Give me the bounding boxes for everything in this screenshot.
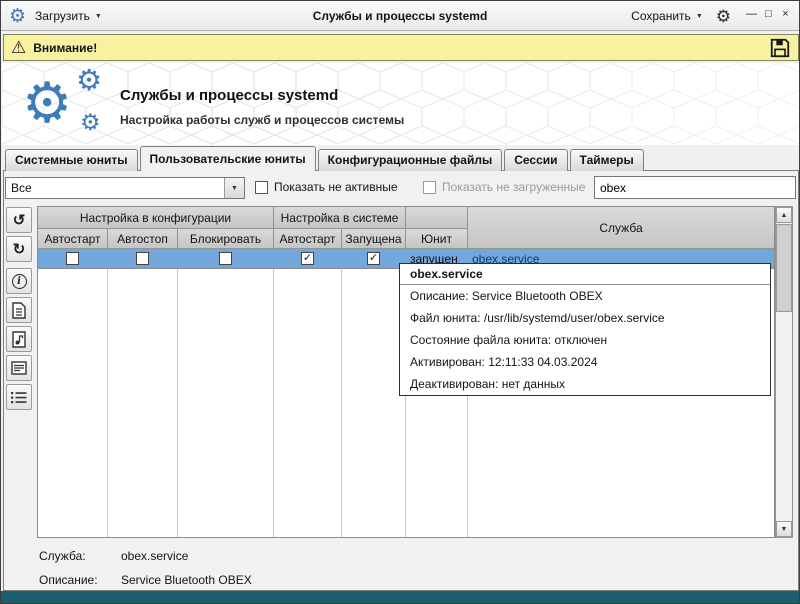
app-window: ⚙ Загрузить ▼ Службы и процессы systemd … bbox=[0, 0, 800, 604]
column-header-block: Блокировать bbox=[178, 229, 274, 249]
tooltip-activated: Активирован: 12:11:33 04.03.2024 bbox=[410, 355, 598, 369]
titlebar-left: ⚙ Загрузить ▼ bbox=[9, 1, 102, 31]
cell-system-autostart[interactable]: ✓ bbox=[274, 249, 342, 269]
cell-system-running[interactable]: ✓ bbox=[342, 249, 406, 269]
info-button[interactable]: i bbox=[6, 268, 32, 294]
tab-sessions[interactable]: Сессии bbox=[504, 149, 568, 171]
window-controls: — □ × bbox=[744, 7, 793, 25]
footer-description-row: Описание: Service Bluetooth OBEX bbox=[39, 573, 252, 587]
column-header-autostart-cfg: Автостарт bbox=[38, 229, 108, 249]
warning-triangle-icon: ⚠ bbox=[11, 38, 27, 57]
caret-down-icon: ▼ bbox=[94, 12, 102, 20]
banner-title: Службы и процессы systemd bbox=[120, 87, 339, 104]
checkbox-box[interactable] bbox=[255, 180, 268, 194]
table-grid: Настройка в конфигурации Настройка в сис… bbox=[38, 207, 774, 269]
column-header-unit: Юнит bbox=[406, 229, 468, 249]
tooltip-title: obex.service bbox=[400, 264, 770, 285]
footer-service-label: Служба: bbox=[39, 549, 86, 563]
dropdown-arrow-button[interactable]: ▼ bbox=[224, 178, 244, 198]
load-button-label: Загрузить bbox=[35, 9, 90, 23]
scope-dropdown[interactable]: Все ▼ bbox=[5, 177, 245, 199]
document-note-icon bbox=[12, 330, 26, 348]
scroll-up-button[interactable]: ▲ bbox=[776, 207, 792, 223]
banner-subtitle: Настройка работы служб и процессов систе… bbox=[120, 113, 405, 127]
window-title: Службы и процессы systemd bbox=[312, 9, 488, 23]
tab-config-files[interactable]: Конфигурационные файлы bbox=[317, 149, 503, 171]
cell-config-block[interactable] bbox=[178, 249, 274, 269]
refresh-button[interactable]: ↻ bbox=[6, 236, 32, 262]
titlebar-right: Сохранить ▼ ⚙ — □ × bbox=[631, 1, 793, 31]
minimize-button[interactable]: — bbox=[744, 7, 759, 25]
column-header-service: Служба bbox=[468, 207, 774, 249]
cell-config-autostop[interactable] bbox=[108, 249, 178, 269]
scrollbar-thumb[interactable] bbox=[776, 224, 792, 312]
footer-service-row: Служба: obex.service bbox=[39, 549, 188, 563]
tab-timers[interactable]: Таймеры bbox=[569, 149, 644, 171]
list-icon bbox=[11, 391, 27, 403]
show-inactive-checkbox[interactable]: Показать не активные bbox=[255, 180, 398, 194]
settings-gear-icon[interactable]: ⚙ bbox=[716, 8, 731, 25]
document-icon bbox=[12, 301, 26, 319]
footer-description-label: Описание: bbox=[39, 573, 98, 587]
close-button[interactable]: × bbox=[778, 7, 793, 25]
checkbox[interactable] bbox=[219, 252, 232, 265]
tooltip-description: Описание: Service Bluetooth OBEX bbox=[410, 289, 603, 303]
maximize-button[interactable]: □ bbox=[761, 7, 776, 25]
undo-button[interactable]: ↺ bbox=[6, 207, 32, 233]
caret-down-icon: ▼ bbox=[695, 12, 703, 20]
tab-system-units[interactable]: Системные юниты bbox=[5, 149, 138, 171]
table-scrollbar[interactable]: ▲ ▼ bbox=[775, 206, 793, 538]
search-input[interactable] bbox=[594, 176, 796, 199]
tab-bar: Системные юниты Пользовательские юниты К… bbox=[5, 146, 646, 171]
tooltip-unit-file: Файл юнита: /usr/lib/systemd/user/obex.s… bbox=[410, 311, 665, 325]
save-button[interactable]: Сохранить ▼ bbox=[631, 9, 703, 23]
save-button-label: Сохранить bbox=[631, 9, 691, 23]
unit-file-button[interactable] bbox=[6, 297, 32, 323]
refresh-icon: ↻ bbox=[12, 240, 26, 258]
warning-label: Внимание! bbox=[33, 40, 98, 55]
bottom-strip bbox=[1, 591, 799, 603]
checkbox-box[interactable] bbox=[423, 180, 436, 194]
console-button[interactable] bbox=[6, 355, 32, 381]
load-button[interactable]: Загрузить ▼ bbox=[35, 9, 102, 23]
column-header-autostart-sys: Автостарт bbox=[274, 229, 342, 249]
service-tooltip: obex.service Описание: Service Bluetooth… bbox=[399, 263, 771, 396]
caret-down-icon: ▼ bbox=[231, 184, 238, 192]
list-button[interactable] bbox=[6, 384, 32, 410]
app-logo-gears-icon: ⚙ ⚙ ⚙ bbox=[22, 65, 102, 135]
header-banner: ⚙ ⚙ ⚙ Службы и процессы systemd Настройк… bbox=[2, 63, 799, 145]
checkbox[interactable] bbox=[136, 252, 149, 265]
show-unloaded-label: Показать не загруженные bbox=[442, 180, 586, 194]
tab-user-units[interactable]: Пользовательские юниты bbox=[139, 146, 316, 171]
journal-button[interactable] bbox=[6, 326, 32, 352]
show-inactive-label: Показать не активные bbox=[274, 180, 398, 194]
group-header-config: Настройка в конфигурации bbox=[38, 207, 274, 229]
cell-config-autostart[interactable] bbox=[38, 249, 108, 269]
group-header-system: Настройка в системе bbox=[274, 207, 406, 229]
scroll-down-button[interactable]: ▼ bbox=[776, 521, 792, 537]
checkbox[interactable]: ✓ bbox=[367, 252, 380, 265]
undo-icon: ↺ bbox=[12, 211, 26, 229]
titlebar: ⚙ Загрузить ▼ Службы и процессы systemd … bbox=[1, 1, 799, 31]
checkbox[interactable]: ✓ bbox=[301, 252, 314, 265]
floppy-icon bbox=[770, 38, 790, 57]
app-gear-icon: ⚙ bbox=[9, 5, 27, 27]
warning-bar: ⚠ Внимание! bbox=[3, 34, 799, 61]
column-header-running: Запущена bbox=[342, 229, 406, 249]
tooltip-unit-file-state: Состояние файла юнита: отключен bbox=[410, 333, 608, 347]
group-header-empty bbox=[406, 207, 468, 229]
footer-service-value: obex.service bbox=[121, 549, 189, 563]
checkbox[interactable] bbox=[66, 252, 79, 265]
scope-dropdown-value: Все bbox=[11, 181, 32, 195]
info-icon: i bbox=[11, 273, 27, 289]
column-header-autostop: Автостоп bbox=[108, 229, 178, 249]
tooltip-deactivated: Деактивирован: нет данных bbox=[410, 377, 565, 391]
show-unloaded-checkbox[interactable]: Показать не загруженные bbox=[423, 180, 585, 194]
console-icon bbox=[11, 361, 27, 375]
save-file-button[interactable] bbox=[769, 37, 791, 59]
footer-description-value: Service Bluetooth OBEX bbox=[121, 573, 252, 587]
